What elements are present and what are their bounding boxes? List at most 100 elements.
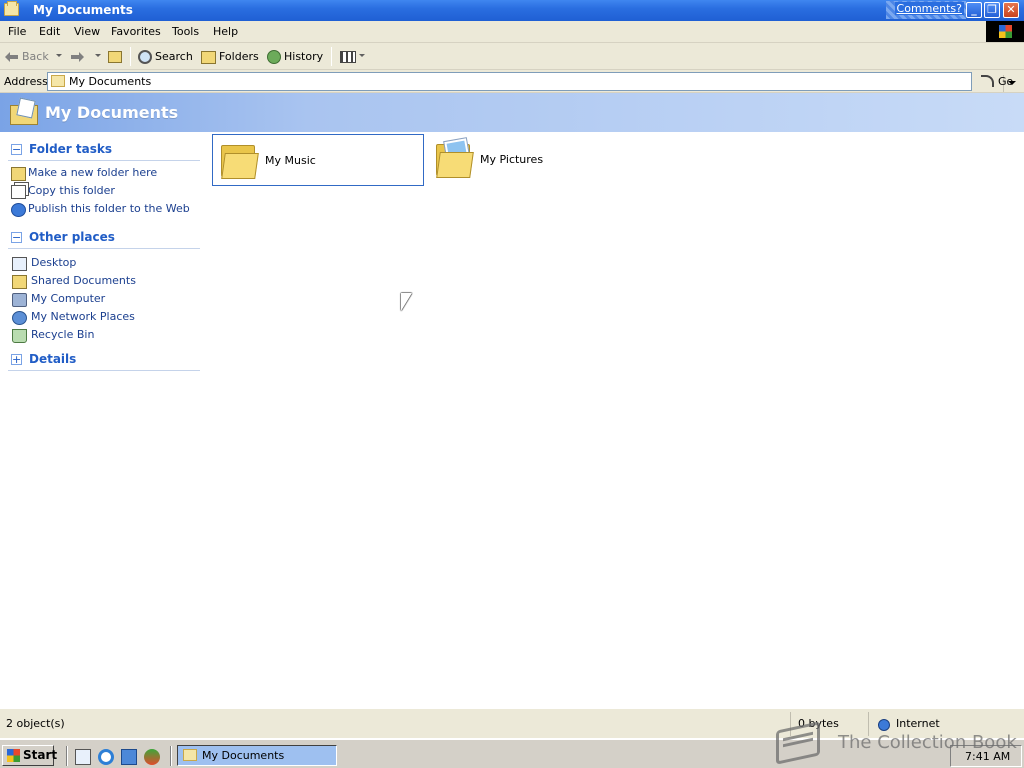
restore-button[interactable]: ❐	[984, 2, 1000, 18]
folder-name: My Music	[265, 154, 316, 167]
folder-tasks-title[interactable]: Folder tasks	[29, 142, 112, 156]
comments-area[interactable]: Comments?	[886, 1, 966, 19]
back-label: Back	[22, 50, 49, 63]
details-title[interactable]: Details	[29, 352, 76, 366]
folders-button[interactable]: Folders	[201, 48, 259, 65]
folder-title: My Documents	[45, 103, 179, 122]
history-icon	[267, 50, 281, 64]
internet-globe-icon	[878, 719, 890, 731]
place-my-computer[interactable]: My Computer	[31, 292, 105, 305]
network-places-icon	[12, 311, 27, 325]
back-dropdown[interactable]	[56, 48, 62, 65]
folder-item-my-music[interactable]: My Music	[212, 134, 424, 186]
place-recycle-bin[interactable]: Recycle Bin	[31, 328, 94, 341]
start-button[interactable]: Start	[2, 745, 58, 766]
task-copy-folder[interactable]: Copy this folder	[28, 184, 115, 197]
mouse-cursor-icon	[401, 293, 412, 311]
section-divider	[8, 160, 200, 161]
chevron-down-icon	[95, 54, 101, 60]
search-button[interactable]: Search	[138, 48, 193, 65]
forward-arrow-icon	[70, 52, 84, 62]
go-button[interactable]: Go	[978, 73, 1022, 90]
menu-help[interactable]: Help	[213, 25, 238, 38]
status-divider	[868, 712, 869, 736]
other-places-collapse-button[interactable]: −	[11, 232, 22, 243]
search-icon	[138, 50, 152, 64]
status-divider	[790, 712, 791, 736]
desktop-icon	[12, 257, 27, 271]
messenger-icon[interactable]	[144, 749, 160, 765]
views-icon	[340, 51, 356, 63]
toolbar-divider	[331, 47, 332, 66]
pictures-folder-icon	[436, 137, 474, 178]
menu-view[interactable]: View	[74, 25, 100, 38]
folder-icon	[221, 141, 259, 179]
up-folder-button[interactable]	[108, 48, 125, 65]
new-folder-icon	[11, 167, 26, 181]
task-publish-folder[interactable]: Publish this folder to the Web	[28, 202, 190, 215]
search-label: Search	[155, 50, 193, 63]
folder-header: My Documents	[0, 93, 1024, 132]
menu-favorites[interactable]: Favorites	[111, 25, 161, 38]
address-label: Address	[4, 75, 48, 88]
my-documents-icon	[10, 97, 40, 127]
task-make-new-folder[interactable]: Make a new folder here	[28, 166, 157, 179]
taskbar-button-label: My Documents	[202, 749, 285, 762]
title-bar[interactable]: My Documents Comments? _ ❐ ✕	[0, 0, 1024, 21]
details-expand-button[interactable]: +	[11, 354, 22, 365]
go-label: Go	[998, 75, 1014, 88]
up-folder-icon	[108, 51, 122, 63]
file-view[interactable]: My Music My Pictures	[210, 132, 1024, 708]
address-bar: Address My Documents Go	[0, 70, 1024, 93]
folder-name: My Pictures	[480, 153, 544, 166]
menu-tools[interactable]: Tools	[172, 25, 199, 38]
menu-edit[interactable]: Edit	[39, 25, 60, 38]
internet-explorer-icon[interactable]	[98, 749, 114, 765]
forward-dropdown[interactable]	[95, 48, 101, 65]
toolbar: Back Search Folders History	[0, 43, 1024, 70]
history-label: History	[284, 50, 324, 63]
back-arrow-icon	[5, 52, 19, 62]
minimize-button[interactable]: _	[966, 2, 982, 18]
windows-flag-icon	[7, 749, 20, 762]
windows-logo-icon	[986, 21, 1024, 42]
task-pane: − Folder tasks Make a new folder here Co…	[0, 132, 210, 708]
comments-link[interactable]: Comments?	[894, 2, 964, 15]
taskbar-button-my-documents[interactable]: My Documents	[177, 745, 337, 766]
folder-icon[interactable]	[4, 1, 19, 16]
menu-bar: File Edit View Favorites Tools Help	[0, 21, 1024, 43]
address-input[interactable]: My Documents	[47, 72, 1019, 92]
folder-icon	[183, 749, 197, 761]
publish-web-icon	[11, 203, 26, 217]
other-places-title[interactable]: Other places	[29, 230, 115, 244]
section-divider	[8, 248, 200, 249]
recycle-bin-icon	[12, 329, 27, 343]
toolbar-divider	[130, 47, 131, 66]
clock[interactable]: 7:41 AM	[965, 750, 1010, 763]
show-desktop-icon[interactable]	[75, 749, 91, 765]
media-player-icon[interactable]	[121, 749, 137, 765]
forward-button[interactable]	[70, 48, 87, 65]
menu-file[interactable]: File	[8, 25, 26, 38]
start-label: Start	[23, 748, 58, 762]
place-desktop[interactable]: Desktop	[31, 256, 76, 269]
place-shared-documents[interactable]: Shared Documents	[31, 274, 136, 287]
system-tray: 7:41 AM	[950, 745, 1022, 767]
place-my-network-places[interactable]: My Network Places	[31, 310, 135, 323]
folder-tasks-collapse-button[interactable]: −	[11, 144, 22, 155]
chevron-down-icon	[56, 54, 62, 60]
status-bar: 2 object(s) 0 bytes Internet	[0, 708, 1024, 738]
folder-item-my-pictures[interactable]: My Pictures	[428, 134, 640, 186]
shared-documents-icon	[12, 275, 27, 289]
address-value[interactable]: My Documents	[69, 75, 151, 88]
history-button[interactable]: History	[267, 48, 323, 65]
back-button[interactable]: Back	[5, 48, 49, 65]
go-arrow-icon	[981, 75, 994, 87]
close-button[interactable]: ✕	[1003, 2, 1019, 18]
status-size: 0 bytes	[798, 717, 839, 730]
my-computer-icon	[12, 293, 27, 307]
status-zone: Internet	[896, 717, 940, 730]
folders-label: Folders	[219, 50, 259, 63]
views-button[interactable]	[340, 48, 365, 65]
quicklaunch-divider	[66, 746, 68, 766]
